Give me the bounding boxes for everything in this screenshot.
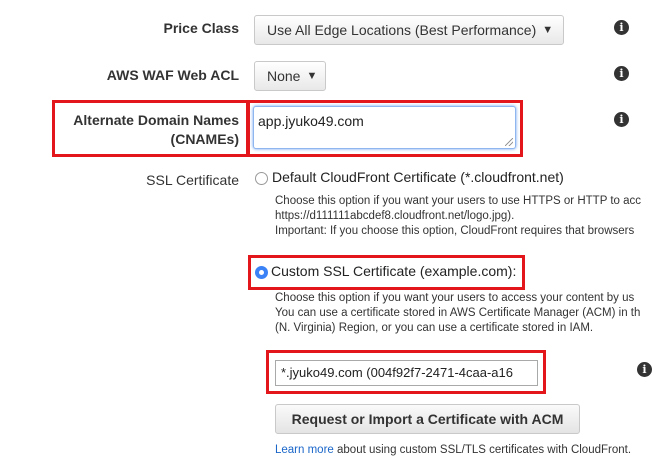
chevron-down-icon: ▼ [542,24,554,36]
custom-certificate-label[interactable]: Custom SSL Certificate (example.com): [271,263,516,279]
cnames-textarea[interactable]: app.jyuko49.com [253,106,516,149]
default-desc-line: Important: If you choose this option, Cl… [275,225,635,237]
price-class-label: Price Class [163,20,240,36]
default-desc-line: https://d111111abcdef8.cloudfront.net/lo… [275,210,515,222]
waf-select[interactable]: None ▼ [254,61,326,91]
cnames-label-line2: (CNAMEs) [170,131,239,147]
cnames-value: app.jyuko49.com [258,113,364,129]
price-class-value: Use All Edge Locations (Best Performance… [267,22,537,38]
info-icon[interactable]: i [614,20,629,35]
custom-desc-line: Choose this option if you want your user… [275,292,635,304]
custom-certificate-description: Choose this option if you want your user… [275,291,640,336]
cnames-label: Alternate Domain Names (CNAMEs) [60,111,239,149]
custom-desc-line: You can use a certificate stored in AWS … [275,307,641,319]
chevron-down-icon: ▼ [306,70,318,82]
price-class-select[interactable]: Use All Edge Locations (Best Performance… [254,15,564,45]
learn-more-text: Learn more about using custom SSL/TLS ce… [275,444,631,456]
info-icon[interactable]: i [637,362,652,377]
default-certificate-radio[interactable] [255,172,268,185]
info-icon[interactable]: i [614,112,629,127]
learn-more-link[interactable]: Learn more [275,444,334,456]
default-certificate-description: Choose this option if you want your user… [275,194,641,239]
waf-value: None [267,68,301,84]
info-icon[interactable]: i [614,66,629,81]
certificate-input[interactable]: *.jyuko49.com (004f92f7-2471-4caa-a16 [275,360,538,386]
default-certificate-label[interactable]: Default CloudFront Certificate (*.cloudf… [272,169,564,185]
resize-grip-icon[interactable] [505,138,513,146]
custom-desc-line: (N. Virginia) Region, or you can use a c… [275,322,594,334]
waf-label: AWS WAF Web ACL [106,67,239,83]
cnames-label-line1: Alternate Domain Names [73,112,239,128]
request-acm-certificate-button[interactable]: Request or Import a Certificate with ACM [275,404,580,434]
custom-certificate-radio[interactable] [255,266,268,279]
default-desc-line: Choose this option if you want your user… [275,195,642,207]
ssl-label: SSL Certificate [146,172,239,188]
learn-more-suffix: about using custom SSL/TLS certificates … [333,444,632,456]
